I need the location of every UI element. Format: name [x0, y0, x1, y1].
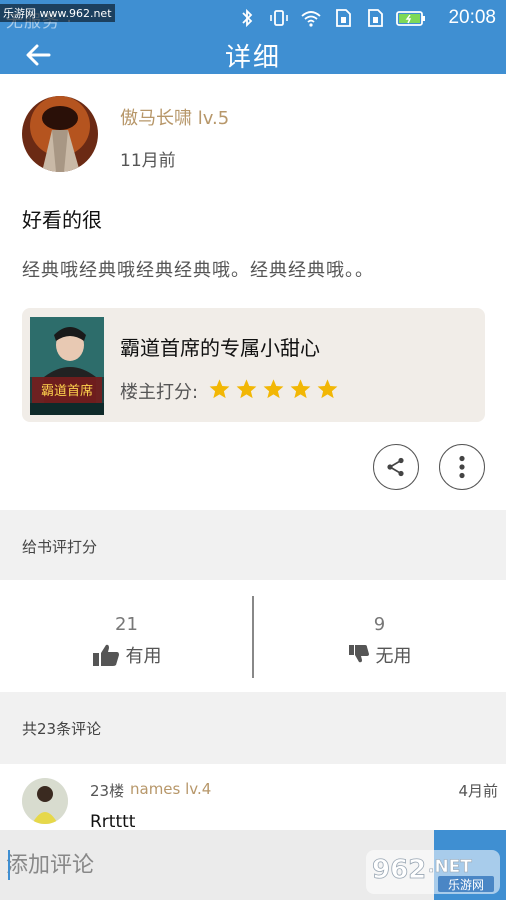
bluetooth-icon	[242, 8, 253, 28]
rating-stars	[208, 378, 339, 400]
sim2-icon	[368, 9, 383, 27]
comments-count-label: 共23条评论	[22, 720, 102, 738]
rate-section-label: 给书评打分	[22, 538, 98, 556]
star-icon	[290, 379, 311, 399]
useful-label: 有用	[125, 646, 162, 667]
commenter-avatar-image	[22, 778, 68, 824]
comment-floor: 23楼	[90, 782, 125, 800]
logo-suffix-text: .NET	[428, 857, 472, 877]
site-logo-watermark: 962 .NET 乐游网	[366, 850, 500, 894]
useless-count: 9	[373, 614, 386, 635]
book-title: 霸道首席的专属小甜心	[120, 336, 320, 360]
commenter-name[interactable]: names lv.4	[130, 780, 211, 798]
author-name[interactable]: 傲马长啸 lv.5	[120, 104, 229, 130]
share-button[interactable]	[373, 444, 419, 490]
star-icon	[317, 379, 338, 399]
more-button[interactable]	[439, 444, 485, 490]
text-cursor	[8, 850, 10, 880]
thumbs-up-icon	[92, 644, 119, 666]
cover-title-text: 霸道首席	[41, 383, 93, 399]
logo-big-text: 962	[372, 855, 426, 885]
status-bar: 无服务 · 乐游网 www.962.net 20:08	[0, 0, 506, 36]
owner-rating-label: 楼主打分:	[120, 382, 199, 403]
vibrate-icon	[270, 10, 288, 26]
page-title: 详细	[224, 43, 281, 73]
commenter-avatar[interactable]	[22, 778, 68, 824]
clock: 20:08	[448, 7, 496, 28]
battery-icon	[396, 11, 425, 26]
thumbs-down-icon	[348, 645, 369, 663]
avatar-image	[22, 96, 98, 172]
vote-panel: 21 有用 9 无用	[0, 580, 506, 692]
review-title: 好看的很	[22, 208, 102, 232]
comments-section-header: 共23条评论	[0, 692, 506, 764]
useless-button[interactable]: 9 无用	[253, 580, 506, 692]
site-watermark: 乐游网 www.962.net	[0, 4, 115, 22]
star-icon	[236, 379, 257, 399]
rate-section-header: 给书评打分	[0, 510, 506, 580]
wifi-icon	[301, 11, 321, 27]
share-icon	[387, 457, 404, 477]
useful-button[interactable]: 21 有用	[0, 580, 253, 692]
post-time: 11月前	[120, 151, 176, 171]
review-body: 经典哦经典哦经典经典哦。经典经典哦。。	[22, 260, 374, 281]
useful-count: 21	[115, 614, 138, 635]
comment-text: Rrtttt	[90, 812, 136, 832]
star-icon	[263, 379, 284, 399]
app-bar: 详细	[0, 36, 506, 74]
star-icon	[209, 379, 230, 399]
book-cover: 霸道首席	[30, 317, 104, 415]
logo-sub-text: 乐游网	[448, 878, 484, 892]
comment-time: 4月前	[458, 782, 498, 800]
sim1-icon	[336, 9, 351, 27]
useless-label: 无用	[375, 646, 412, 667]
author-avatar[interactable]	[22, 96, 98, 172]
more-vertical-icon	[459, 455, 465, 479]
book-card[interactable]: 霸道首席 霸道首席的专属小甜心 楼主打分:	[22, 308, 485, 422]
